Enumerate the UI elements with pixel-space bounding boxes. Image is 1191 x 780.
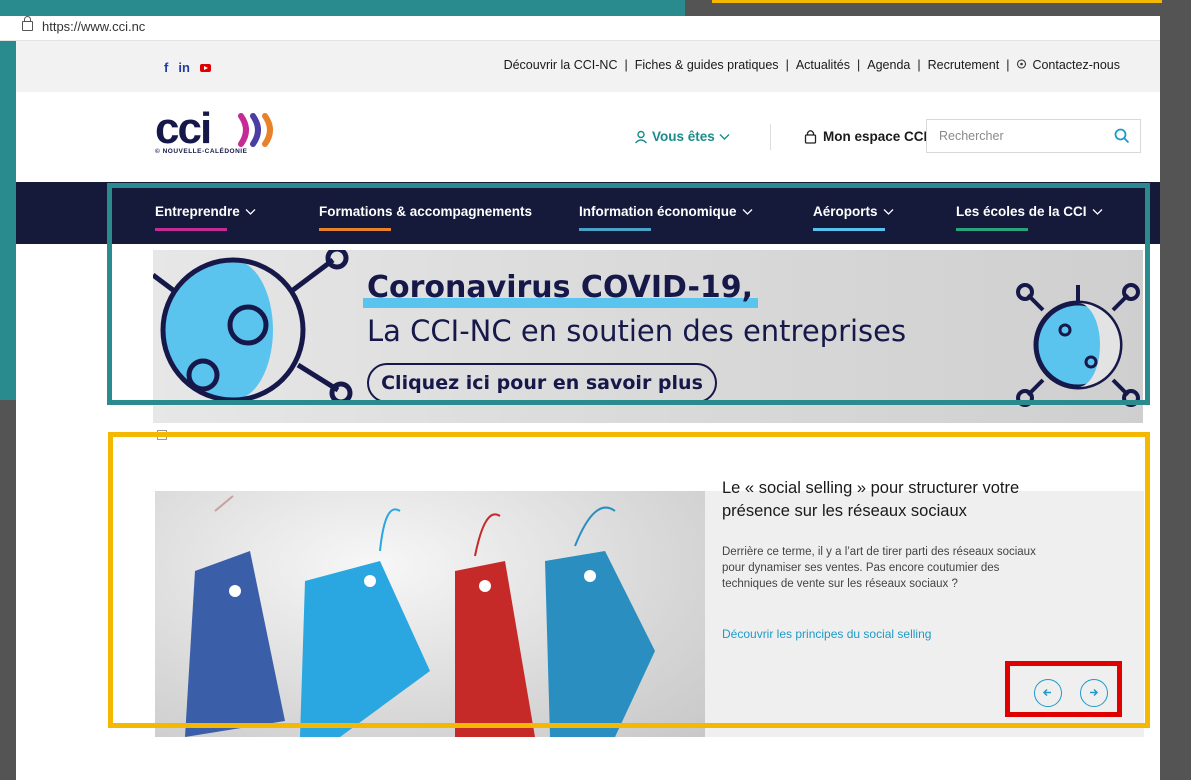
- search-input[interactable]: [937, 128, 1111, 144]
- site-header: cci © NOUVELLE-CALÉDONIE Vous êtes Mon e…: [16, 92, 1160, 186]
- divider: |: [785, 58, 789, 72]
- logo-arcs-icon: [238, 113, 273, 147]
- browser-address-bar[interactable]: https://www.cci.nc: [0, 16, 1160, 41]
- yellow-highlight-edge: [712, 0, 1162, 3]
- header-divider: [770, 124, 771, 150]
- promo-link[interactable]: Découvrir les principes du social sellin…: [722, 627, 931, 641]
- mon-espace-label: Mon espace CCI: [823, 129, 928, 144]
- vous-etes-dropdown[interactable]: Vous êtes: [634, 129, 730, 144]
- arrow-right-icon: [1090, 688, 1099, 697]
- chevron-down-icon: [719, 133, 730, 140]
- top-utility-bar: f in Découvrir la CCI-NC | Fiches & guide…: [16, 40, 1160, 92]
- search-icon[interactable]: [1114, 128, 1130, 144]
- link-actualites[interactable]: Actualités: [796, 58, 850, 72]
- arrow-left-icon: [1042, 688, 1051, 697]
- teal-highlight-frame: [107, 183, 1150, 405]
- divider: |: [1006, 58, 1010, 72]
- top-links: Découvrir la CCI-NC | Fiches & guides pra…: [504, 58, 1120, 72]
- url-text[interactable]: https://www.cci.nc: [42, 19, 145, 34]
- logo-wordmark: cci: [155, 104, 212, 153]
- link-decouvrir[interactable]: Découvrir la CCI-NC: [504, 58, 618, 72]
- lock-icon: [804, 130, 817, 144]
- link-contact[interactable]: Contactez-nous: [1016, 58, 1120, 72]
- mon-espace-button[interactable]: Mon espace CCI: [804, 129, 927, 144]
- divider: |: [917, 58, 921, 72]
- location-pin-icon: [1017, 59, 1027, 69]
- link-contact-label: Contactez-nous: [1032, 58, 1120, 72]
- link-fiches[interactable]: Fiches & guides pratiques: [635, 58, 779, 72]
- youtube-icon[interactable]: [199, 63, 211, 72]
- user-icon: [634, 130, 648, 143]
- secure-lock-icon: [22, 16, 33, 31]
- search-box[interactable]: [926, 119, 1141, 153]
- slider-next-button[interactable]: [1080, 679, 1108, 707]
- promo-description: Derrière ce terme, il y a l’art de tirer…: [722, 546, 1036, 590]
- link-agenda[interactable]: Agenda: [867, 58, 910, 72]
- divider: |: [624, 58, 628, 72]
- promo-title: Le « social selling » pour structurer vo…: [722, 479, 1020, 520]
- vous-etes-label: Vous êtes: [652, 129, 715, 144]
- link-recrutement[interactable]: Recrutement: [928, 58, 1000, 72]
- cci-logo[interactable]: cci © NOUVELLE-CALÉDONIE: [155, 104, 273, 155]
- facebook-icon[interactable]: f: [164, 60, 168, 75]
- divider: |: [857, 58, 861, 72]
- social-links: f in: [164, 60, 211, 75]
- slider-prev-button[interactable]: [1034, 679, 1062, 707]
- logo-subtitle: © NOUVELLE-CALÉDONIE: [155, 148, 248, 155]
- linkedin-icon[interactable]: in: [178, 60, 190, 75]
